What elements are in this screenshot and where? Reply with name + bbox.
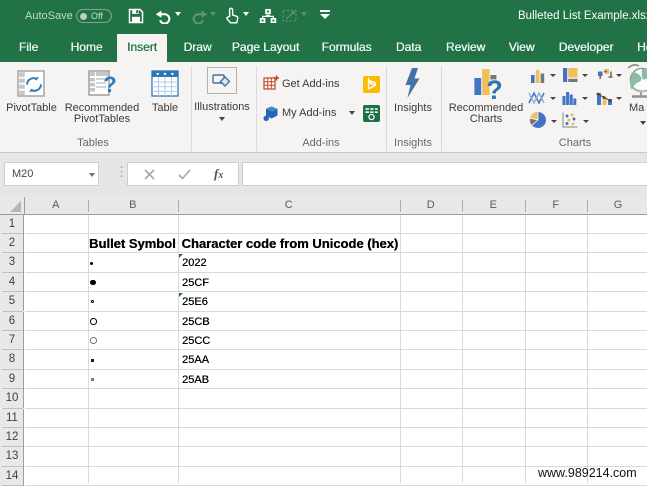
svg-text:?: ?	[486, 75, 503, 102]
svg-text:?: ?	[103, 72, 116, 97]
